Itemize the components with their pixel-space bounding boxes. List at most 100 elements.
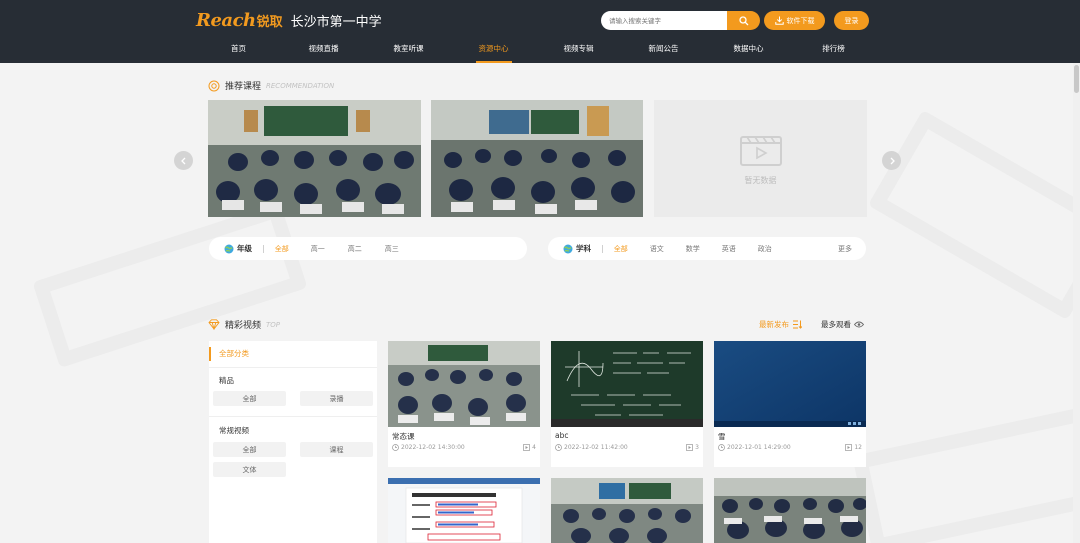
tag-premium-all[interactable]: 全部	[213, 391, 286, 406]
search-input[interactable]	[601, 11, 727, 30]
grade-option-2[interactable]: 高二	[348, 244, 362, 254]
nav-item-live[interactable]: 视频直播	[281, 40, 366, 63]
video-count-text: 3	[695, 444, 699, 451]
document-thumbnail	[388, 478, 540, 543]
video-card[interactable]	[714, 478, 866, 543]
nav-item-albums[interactable]: 视频专辑	[536, 40, 621, 63]
sort-icon	[793, 320, 802, 329]
all-categories[interactable]: 全部分类	[209, 347, 249, 361]
nav-item-ranking[interactable]: 排行榜	[791, 40, 876, 63]
video-card[interactable]	[551, 478, 703, 543]
recommend-title: 推荐课程	[225, 82, 262, 92]
filter-separator: |	[262, 244, 265, 253]
carousel-next-button[interactable]	[882, 151, 901, 170]
grade-filter-label: 年级	[224, 243, 252, 254]
category-sidebar: 全部分类 精品 全部 录播 常规视频 全部 课程 文体	[209, 341, 377, 543]
sort-most-viewed[interactable]: 最多观看	[821, 319, 864, 330]
search-bar	[601, 11, 760, 30]
nav-item-classroom[interactable]: 教室听课	[366, 40, 451, 63]
scrollbar-thumb[interactable]	[1074, 65, 1079, 93]
subject-label: 学科	[576, 244, 591, 253]
nav-item-resources[interactable]: 资源中心	[451, 40, 536, 63]
video-thumbnail	[714, 341, 866, 427]
tag-regular-course[interactable]: 课程	[300, 442, 373, 457]
clock-icon	[392, 444, 399, 451]
video-date: 2022-12-01 14:29:00	[718, 444, 791, 451]
video-card[interactable]	[388, 478, 540, 543]
diamond-icon	[208, 319, 220, 330]
video-title: 常态课	[392, 432, 415, 441]
download-icon	[774, 16, 784, 25]
page-scrollbar[interactable]	[1073, 63, 1080, 543]
top-header: Reach 锐取 长沙市第一中学 软件下载 登录 首页 视频直播 教室听课 资源…	[0, 0, 1080, 63]
login-button[interactable]: 登录	[834, 11, 869, 30]
tag-regular-sports[interactable]: 文体	[213, 462, 286, 477]
video-date-text: 2022-12-02 14:30:00	[401, 444, 465, 451]
subject-option-all[interactable]: 全部	[614, 244, 628, 254]
video-title: 雪	[718, 432, 726, 441]
site-title: 长沙市第一中学	[290, 15, 382, 30]
site-logo[interactable]: Reach 锐取 长沙市第一中学	[196, 10, 382, 31]
featured-header: 精彩视频 TOP	[208, 318, 280, 331]
subject-option-english[interactable]: 英语	[722, 244, 736, 254]
tag-regular-all[interactable]: 全部	[213, 442, 286, 457]
grade-option-1[interactable]: 高一	[311, 244, 325, 254]
sort-latest[interactable]: 最新发布	[759, 319, 802, 330]
filter-separator: |	[601, 244, 604, 253]
video-date-text: 2022-12-01 14:29:00	[727, 444, 791, 451]
video-view-count: 3	[686, 444, 699, 451]
recommend-card[interactable]	[208, 100, 421, 217]
nav-item-news[interactable]: 新闻公告	[621, 40, 706, 63]
classroom-thumbnail	[208, 100, 421, 217]
subject-more-link[interactable]: 更多	[838, 244, 852, 254]
logo-mark: Reach	[196, 10, 256, 31]
clock-icon	[555, 444, 562, 451]
target-icon	[208, 80, 220, 91]
globe-icon	[224, 244, 234, 253]
group-regular-title: 常规视频	[219, 426, 249, 435]
download-button[interactable]: 软件下载	[764, 11, 825, 30]
video-card[interactable]: abc 2022-12-02 11:42:00 3	[551, 341, 703, 467]
subject-option-politics[interactable]: 政治	[758, 244, 772, 254]
subject-filter-label: 学科	[563, 243, 591, 254]
background-film-decoration	[852, 406, 1080, 543]
recommend-card[interactable]	[431, 100, 643, 217]
video-date: 2022-12-02 14:30:00	[392, 444, 465, 451]
empty-text: 暂无数据	[744, 176, 777, 185]
divider	[209, 367, 377, 368]
classroom-thumbnail	[551, 478, 703, 543]
video-date-text: 2022-12-02 11:42:00	[564, 444, 628, 451]
play-count-icon	[686, 444, 694, 451]
main-nav: 首页 视频直播 教室听课 资源中心 视频专辑 新闻公告 数据中心 排行榜	[196, 40, 876, 63]
grade-option-all[interactable]: 全部	[275, 244, 289, 254]
video-thumbnail	[551, 341, 703, 427]
video-card[interactable]: 雪 2022-12-01 14:29:00 12	[714, 341, 866, 467]
subject-option-math[interactable]: 数学	[686, 244, 700, 254]
sort-latest-label: 最新发布	[759, 320, 789, 329]
video-count-text: 4	[532, 444, 536, 451]
classroom-thumbnail	[714, 478, 866, 543]
carousel-prev-button[interactable]	[174, 151, 193, 170]
logo-cn: 锐取	[256, 15, 283, 30]
video-date: 2022-12-02 11:42:00	[555, 444, 628, 451]
classroom-thumbnail	[431, 100, 643, 217]
grade-filter: 年级 | 全部 高一 高二 高三	[209, 237, 527, 260]
globe-icon	[563, 244, 573, 253]
chevron-left-icon	[180, 157, 185, 164]
subject-option-chinese[interactable]: 语文	[650, 244, 664, 254]
nav-item-data[interactable]: 数据中心	[706, 40, 791, 63]
sort-most-viewed-label: 最多观看	[821, 320, 851, 329]
download-label: 软件下载	[786, 16, 815, 25]
video-view-count: 12	[845, 444, 862, 451]
subject-filter: 学科 | 全部 语文 数学 英语 政治 更多	[548, 237, 866, 260]
nav-item-home[interactable]: 首页	[196, 40, 281, 63]
background-film-decoration	[867, 109, 1080, 321]
tag-premium-recorded[interactable]: 录播	[300, 391, 373, 406]
video-title: abc	[555, 431, 569, 440]
divider	[209, 416, 377, 417]
video-card[interactable]: 常态课 2022-12-02 14:30:00 4	[388, 341, 540, 467]
recommend-empty-card: 暂无数据	[654, 100, 867, 217]
search-button[interactable]	[727, 11, 760, 30]
grade-option-3[interactable]: 高三	[385, 244, 399, 254]
grade-label: 年级	[237, 244, 252, 253]
